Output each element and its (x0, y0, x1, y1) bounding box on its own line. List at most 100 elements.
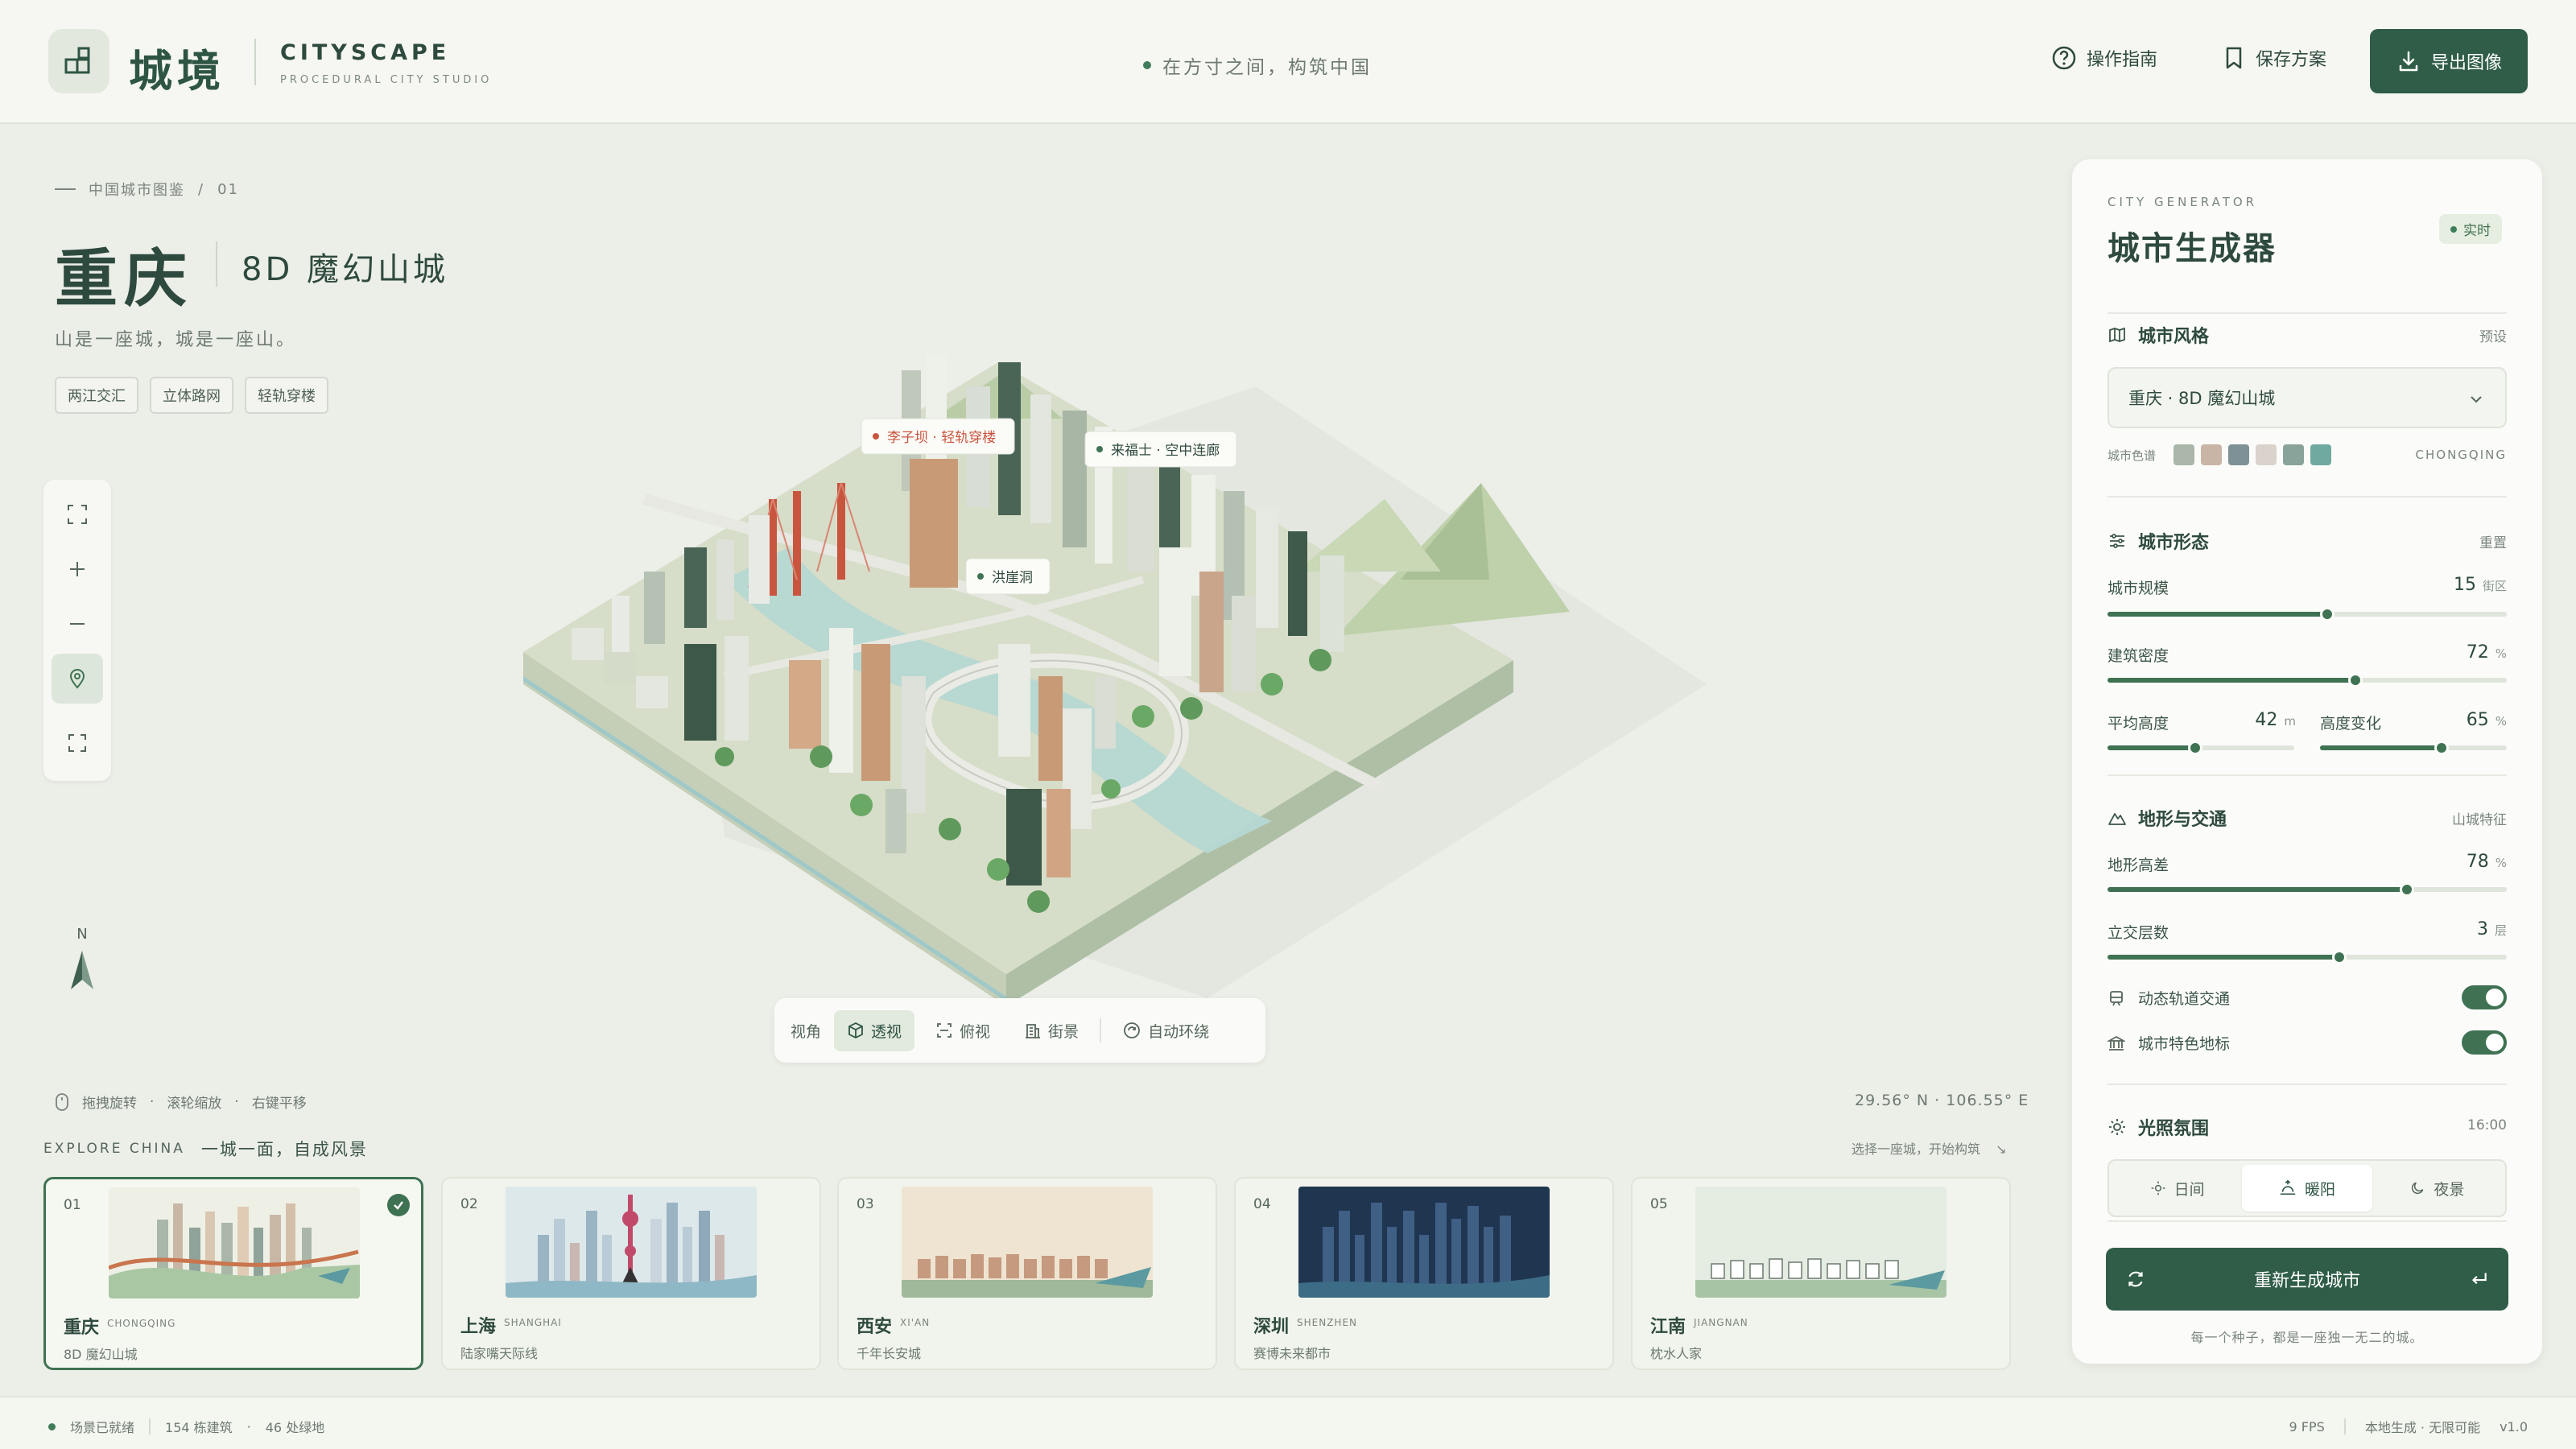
view-street-button[interactable]: 街景 (1011, 1010, 1092, 1051)
low-building (572, 628, 604, 660)
scale-slider[interactable] (2107, 607, 2507, 621)
chevron-down-icon (2471, 396, 2482, 403)
city-card-shanghai[interactable]: 02 上海 SHANGHAI 陆家嘴天际线 (441, 1177, 821, 1370)
building (1095, 676, 1116, 749)
building (644, 572, 665, 644)
building (1030, 394, 1051, 523)
tree (810, 745, 832, 768)
landmark-icon (2107, 1035, 2125, 1051)
building (789, 660, 821, 749)
city-card-shenzhen[interactable]: 04 深圳 SHENZHEN 赛博未来都市 (1234, 1177, 1614, 1370)
brand-name-en: CITYSCAPE (280, 40, 451, 65)
enter-key-icon (2471, 1273, 2487, 1285)
locate-button[interactable] (52, 654, 103, 704)
scene-label-lizi[interactable]: 李子坝 · 轻轨穿楼 (861, 418, 1015, 455)
palette-swatch (2228, 444, 2250, 465)
zoom-in-button[interactable] (52, 544, 103, 594)
card-city-ename: XI'AN (900, 1317, 931, 1328)
palette-row: 城市色谱 (2107, 444, 2332, 465)
density-number: 72 (2466, 642, 2489, 663)
moon-icon (2412, 1182, 2424, 1195)
view-top-button[interactable]: 俯视 (923, 1010, 1003, 1051)
city-style-value: 重庆 · 8D 魔幻山城 (2128, 389, 2276, 408)
mountain-icon (2108, 813, 2126, 825)
building (998, 644, 1030, 757)
footer-separator: · (246, 1418, 251, 1435)
minus-icon (70, 623, 85, 625)
section-lighting-header: 光照氛围 (2107, 1114, 2209, 1140)
brand-subtitle: PROCEDURAL CITY STUDIO (280, 74, 493, 86)
logo (48, 29, 109, 93)
brand-name-cn: 城境 (129, 46, 225, 97)
guide-button[interactable]: 操作指南 (2051, 45, 2157, 71)
layers-slider[interactable] (2107, 950, 2507, 964)
style-preset-link[interactable]: 预设 (2479, 325, 2507, 345)
regenerate-button[interactable]: 重新生成城市 (2106, 1248, 2508, 1311)
lighting-night-button[interactable]: 夜景 (2372, 1165, 2502, 1212)
building (829, 628, 853, 773)
city-card-xian[interactable]: 03 西安 XI'AN 千年长安城 (837, 1177, 1217, 1370)
variation-slider[interactable] (2320, 741, 2507, 755)
bridge-tower (769, 499, 777, 596)
city-style-select[interactable]: 重庆 · 8D 魔幻山城 (2107, 367, 2507, 428)
slider-handle[interactable] (2188, 741, 2203, 755)
view-perspective-button[interactable]: 透视 (834, 1009, 915, 1051)
building-icon (1026, 1024, 1041, 1038)
bridge-tower (837, 483, 845, 580)
compass: N (68, 926, 97, 996)
city-card-jiangnan[interactable]: 05 江南 JIANGNAN 枕水人家 (1631, 1177, 2011, 1370)
view-option-label: 俯视 (960, 1022, 991, 1041)
layers-number: 3 (2476, 919, 2488, 939)
city-3d-view[interactable]: 李子坝 · 轻轨穿楼 来福士 · 空中连廊 洪崖洞 (483, 338, 1739, 998)
palette-swatch (2174, 444, 2195, 465)
slider-fill (2107, 887, 2407, 892)
logo-icon (64, 47, 90, 74)
status-dot-icon (48, 1422, 56, 1430)
save-button[interactable]: 保存方案 (2222, 45, 2326, 71)
low-building (604, 652, 636, 684)
building (1199, 572, 1224, 692)
footer-greens: 46 处绿地 (265, 1420, 325, 1435)
palette-swatch (2310, 444, 2332, 465)
explore-hint-text: 选择一座城，开始构筑 (1852, 1141, 1981, 1157)
height-unit: m (2284, 714, 2296, 729)
fit-view-button[interactable] (52, 489, 103, 539)
scale-value: 15 街区 (2454, 575, 2507, 595)
scene-label-hongyadong[interactable]: 洪崖洞 (965, 558, 1051, 595)
sun-icon (2109, 1119, 2125, 1135)
form-reset-button[interactable]: 重置 (2479, 531, 2507, 551)
lighting-warm-button[interactable]: 暖阳 (2242, 1165, 2372, 1212)
scene-label-text: 李子坝 · 轻轨穿楼 (887, 430, 996, 446)
card-thumbnail (1695, 1187, 1946, 1298)
building (1288, 531, 1307, 636)
slider-handle[interactable] (2331, 950, 2347, 964)
city-tags: 两江交汇 立体路网 轻轨穿楼 (55, 377, 328, 414)
height-slider[interactable] (2107, 741, 2294, 755)
panel-divider (2107, 496, 2507, 497)
tree (1180, 697, 1203, 720)
city-card-chongqing[interactable]: 01 重庆 CHONGQING 8D 魔幻山城 (43, 1177, 423, 1370)
zoom-out-button[interactable] (52, 599, 103, 649)
landmark-toggle-label: 城市特色地标 (2138, 1035, 2231, 1053)
footer-right: 9 FPS 本地生成 · 无限可能 v1.0 (2289, 1417, 2528, 1436)
slider-handle[interactable] (2434, 741, 2449, 755)
landmark-toggle[interactable] (2462, 1030, 2507, 1055)
card-city-ename: SHANGHAI (504, 1317, 562, 1328)
fullscreen-button[interactable] (52, 718, 103, 768)
slider-handle[interactable] (2347, 673, 2363, 687)
footer-status: 场景已就绪 (70, 1420, 135, 1435)
lighting-option-label: 日间 (2174, 1180, 2205, 1199)
fullscreen-icon (68, 734, 86, 752)
density-slider[interactable] (2107, 673, 2507, 687)
lighting-option-label: 夜景 (2434, 1180, 2465, 1199)
lighting-day-button[interactable]: 日间 (2112, 1165, 2242, 1212)
bridge-tower (793, 491, 801, 596)
elevation-slider[interactable] (2107, 882, 2507, 897)
slider-handle[interactable] (2400, 882, 2414, 897)
scene-label-raffles[interactable]: 来福士 · 空中连廊 (1084, 431, 1237, 468)
export-button[interactable]: 导出图像 (2370, 29, 2528, 93)
rail-toggle[interactable] (2462, 985, 2507, 1009)
tree (1027, 890, 1050, 913)
auto-orbit-button[interactable]: 自动环绕 (1109, 1010, 1222, 1051)
slider-handle[interactable] (2319, 607, 2334, 621)
